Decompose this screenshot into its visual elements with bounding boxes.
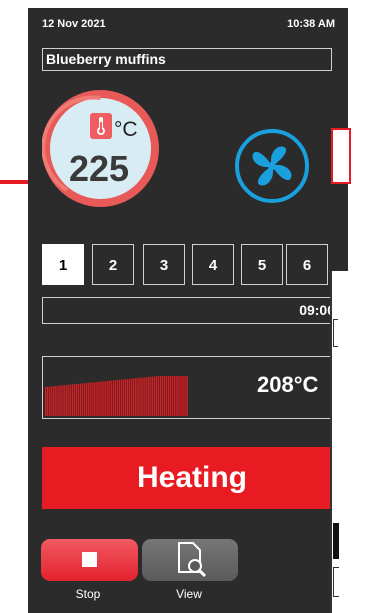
document-search-icon [178, 542, 207, 578]
slot-4-button[interactable]: 4 [192, 244, 234, 285]
slot-6-button[interactable]: 6 [286, 244, 328, 285]
temperature-graph: 208°C [42, 356, 342, 419]
timer-field[interactable]: 09:00 [42, 297, 342, 324]
slot-3-button[interactable]: 3 [143, 244, 185, 285]
slot-1-button[interactable]: 1 [42, 244, 84, 285]
temperature-dial[interactable]: °C 225 [42, 90, 159, 207]
overlapping-panel [330, 271, 348, 613]
graph-bars [45, 376, 188, 416]
current-temperature: 208°C [257, 372, 319, 397]
slot-5-button[interactable]: 5 [241, 244, 283, 285]
temperature-arc [42, 95, 101, 192]
view-button[interactable] [142, 539, 238, 581]
fan-icon[interactable] [235, 129, 309, 203]
date-label: 12 Nov 2021 [42, 18, 106, 30]
time-label: 10:38 AM [287, 18, 335, 30]
stop-button[interactable] [41, 539, 138, 581]
alert-panel-edge [331, 128, 351, 184]
heating-status-button[interactable]: Heating [42, 447, 342, 509]
view-label: View [176, 587, 202, 601]
stop-label: Stop [75, 587, 101, 601]
stop-icon [82, 552, 97, 567]
recipe-name-field[interactable]: Blueberry muffins [42, 48, 332, 71]
slot-2-button[interactable]: 2 [92, 244, 134, 285]
oven-control-screen: 12 Nov 2021 10:38 AM Blueberry muffins °… [28, 8, 348, 613]
